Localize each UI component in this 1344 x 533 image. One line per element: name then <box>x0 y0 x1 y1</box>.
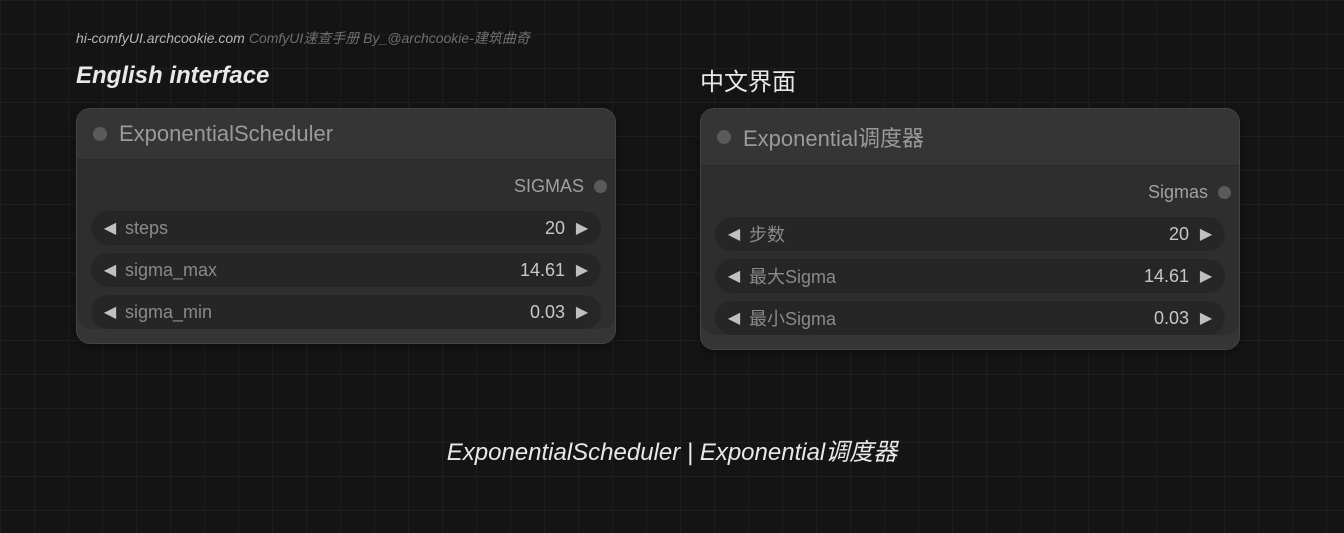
watermark-text: ComfyUI速查手册 By_@archcookie-建筑曲奇 <box>249 30 530 46</box>
chevron-left-icon[interactable]: ◀ <box>725 224 743 244</box>
chevron-right-icon[interactable]: ▶ <box>573 302 591 322</box>
widget-value[interactable]: 0.03 <box>836 308 1189 329</box>
chevron-left-icon[interactable]: ◀ <box>101 260 119 280</box>
output-label: SIGMAS <box>514 176 584 197</box>
chevron-left-icon[interactable]: ◀ <box>725 308 743 328</box>
chevron-right-icon[interactable]: ▶ <box>1197 266 1215 286</box>
node-body: SIGMAS ◀ steps 20 ▶ ◀ sigma_max 14.61 ▶ … <box>77 160 615 329</box>
widget-sigma-max[interactable]: ◀ sigma_max 14.61 ▶ <box>91 253 601 287</box>
collapse-dot-icon[interactable] <box>717 130 731 144</box>
widget-sigma-max[interactable]: ◀ 最大Sigma 14.61 ▶ <box>715 259 1225 293</box>
output-label: Sigmas <box>1148 182 1208 203</box>
chevron-left-icon[interactable]: ◀ <box>101 218 119 238</box>
node-title: Exponential调度器 <box>743 121 924 153</box>
output-port-icon[interactable] <box>594 180 607 193</box>
widget-value[interactable]: 20 <box>785 224 1189 245</box>
heading-english: English interface <box>76 62 269 90</box>
chevron-right-icon[interactable]: ▶ <box>573 260 591 280</box>
widget-sigma-min[interactable]: ◀ 最小Sigma 0.03 ▶ <box>715 301 1225 335</box>
widget-steps[interactable]: ◀ steps 20 ▶ <box>91 211 601 245</box>
widget-value[interactable]: 14.61 <box>217 260 565 281</box>
output-row: Sigmas <box>701 176 1239 217</box>
widget-label: 最大Sigma <box>749 263 836 289</box>
node-exponentialscheduler-zh[interactable]: Exponential调度器 Sigmas ◀ 步数 20 ▶ ◀ 最大Sigm… <box>700 108 1240 350</box>
chevron-right-icon[interactable]: ▶ <box>573 218 591 238</box>
caption: ExponentialScheduler | Exponential调度器 <box>0 432 1344 467</box>
node-body: Sigmas ◀ 步数 20 ▶ ◀ 最大Sigma 14.61 ▶ ◀ 最小S… <box>701 166 1239 335</box>
chevron-right-icon[interactable]: ▶ <box>1197 224 1215 244</box>
output-row: SIGMAS <box>77 170 615 211</box>
node-title: ExponentialScheduler <box>119 121 333 147</box>
widget-value[interactable]: 0.03 <box>212 302 565 323</box>
node-titlebar[interactable]: ExponentialScheduler <box>77 109 615 160</box>
widget-steps[interactable]: ◀ 步数 20 ▶ <box>715 217 1225 251</box>
widget-value[interactable]: 14.61 <box>836 266 1189 287</box>
widget-label: steps <box>125 218 168 239</box>
widget-label: sigma_max <box>125 260 217 281</box>
widget-sigma-min[interactable]: ◀ sigma_min 0.03 ▶ <box>91 295 601 329</box>
watermark: hi-comfyUI.archcookie.comComfyUI速查手册 By_… <box>76 28 530 48</box>
chevron-left-icon[interactable]: ◀ <box>101 302 119 322</box>
node-titlebar[interactable]: Exponential调度器 <box>701 109 1239 166</box>
widget-label: 最小Sigma <box>749 305 836 331</box>
collapse-dot-icon[interactable] <box>93 127 107 141</box>
widget-label: 步数 <box>749 221 785 247</box>
widget-value[interactable]: 20 <box>168 218 565 239</box>
watermark-url: hi-comfyUI.archcookie.com <box>76 30 245 46</box>
output-port-icon[interactable] <box>1218 186 1231 199</box>
node-exponentialscheduler-en[interactable]: ExponentialScheduler SIGMAS ◀ steps 20 ▶… <box>76 108 616 344</box>
widget-label: sigma_min <box>125 302 212 323</box>
heading-chinese: 中文界面 <box>700 62 796 97</box>
chevron-right-icon[interactable]: ▶ <box>1197 308 1215 328</box>
chevron-left-icon[interactable]: ◀ <box>725 266 743 286</box>
